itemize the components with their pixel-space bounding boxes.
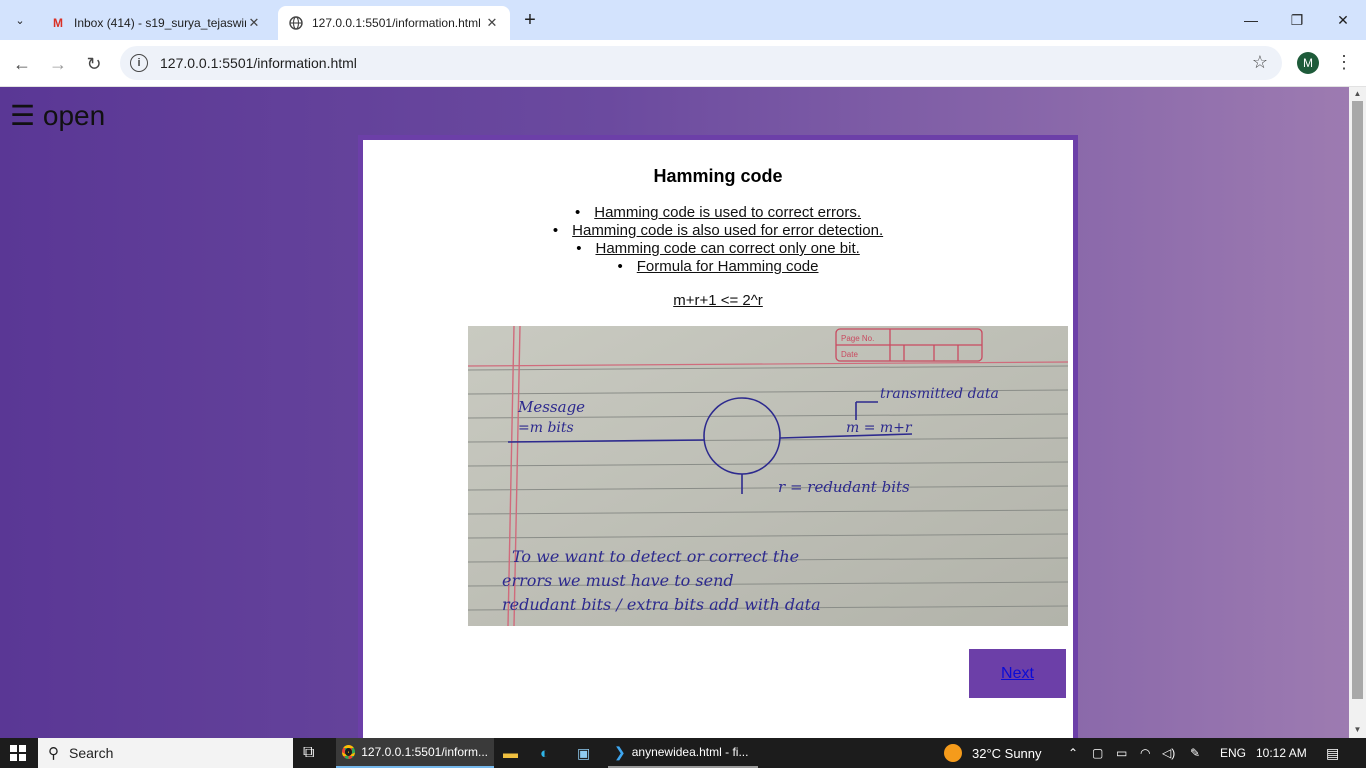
bullet-link[interactable]: Formula for Hamming code [637,258,819,276]
list-item: • Hamming code can correct only one bit. [576,240,860,258]
list-item: • Formula for Hamming code [617,258,819,276]
note-line: r = redudant bits [778,478,910,496]
note-line: Message [517,398,585,416]
taskbar-app-chrome[interactable]: 127.0.0.1:5501/inform... [336,738,494,768]
back-icon[interactable]: ← [8,50,36,78]
battery-icon[interactable]: ▭ [1116,738,1127,768]
notebook-page-no-label: Page No. [841,334,874,343]
note-line: m = m+r [846,420,913,436]
reload-icon[interactable]: ↻ [80,50,108,78]
weather-widget[interactable]: 32°C Sunny [944,738,1042,768]
pen-icon[interactable]: ✎ [1190,738,1200,768]
gmail-icon: M [53,16,63,30]
bookmark-star-icon[interactable]: ☆ [1252,52,1268,73]
search-label: Search [69,745,114,761]
open-menu-button[interactable]: ☰ open [10,99,105,132]
windows-start-icon[interactable] [10,738,26,768]
notebook-date-label: Date [841,350,858,359]
bullet-list: • Hamming code is used to correct errors.… [363,204,1073,276]
wifi-icon[interactable]: ◠ [1140,738,1150,768]
restore-icon[interactable]: ❐ [1274,0,1320,40]
scroll-down-arrow-icon[interactable]: ▼ [1352,725,1363,735]
tab-title: 127.0.0.1:5501/information.html [312,16,481,30]
scroll-thumb[interactable] [1352,101,1363,699]
note-line: To we want to detect or correct the [512,547,799,566]
content-card: Hamming code • Hamming code is used to co… [358,135,1078,738]
store-icon[interactable]: ▣ [577,738,590,768]
minimize-icon[interactable]: — [1228,0,1274,40]
sun-icon [944,744,962,762]
formula-text: m+r+1 <= 2^r [673,292,763,309]
page-scrollbar[interactable]: ▲ ▼ [1349,87,1366,738]
close-window-icon[interactable]: ✕ [1320,0,1366,40]
language-indicator[interactable]: ENG [1220,738,1246,768]
taskbar-app-label: anynewidea.html - fi... [631,745,749,759]
meet-now-icon[interactable]: ▢ [1092,738,1103,768]
taskbar-app-label: 127.0.0.1:5501/inform... [361,745,488,759]
note-line: errors we must have to send [502,571,734,590]
note-line: redudant bits / extra bits add with data [502,595,821,614]
page-title: Hamming code [653,166,783,186]
next-button[interactable]: Next [969,649,1066,698]
list-item: • Hamming code is used to correct errors. [574,204,862,222]
show-hidden-icons-chevron-icon[interactable]: ⌃ [1068,738,1078,768]
windows-taskbar: ⚲ Search ⧉ 127.0.0.1:5501/inform... ▬ ◐ … [0,738,1366,768]
url-input[interactable] [160,55,1060,71]
close-tab-icon[interactable]: ✕ [484,15,500,31]
globe-icon [288,15,304,31]
vscode-icon: ❯ [614,743,626,760]
new-tab-button[interactable]: + [518,9,542,33]
weather-text: 32°C Sunny [972,745,1042,761]
handwritten-notes-image: Page No. Date Message =m bits transmitte… [468,326,1068,626]
bullet-link[interactable]: Hamming code is used to correct errors. [594,204,861,222]
scroll-up-arrow-icon[interactable]: ▲ [1352,89,1363,99]
note-line: =m bits [518,420,574,436]
bullet-link[interactable]: Hamming code can correct only one bit. [595,240,859,258]
tab-gmail[interactable]: M Inbox (414) - s19_surya_tejaswini ✕ [40,6,272,40]
tab-search-chevron-icon[interactable]: ⌄ [8,8,32,32]
menu-dots-icon[interactable]: ⋮ [1334,50,1354,76]
tab-strip: ⌄ M Inbox (414) - s19_surya_tejaswini ✕ … [0,0,1366,40]
forward-icon[interactable]: → [44,50,72,78]
page-viewport: ☰ open Hamming code • Hamming code is use… [0,87,1349,738]
edge-icon[interactable]: ◐ [540,738,549,768]
note-line: transmitted data [880,386,999,402]
tab-information[interactable]: 127.0.0.1:5501/information.html ✕ [278,6,510,40]
taskbar-app-vscode[interactable]: ❯ anynewidea.html - fi... [608,738,758,768]
volume-icon[interactable]: ◁) [1162,738,1175,768]
taskbar-search[interactable]: ⚲ Search [38,738,293,768]
site-info-icon[interactable]: i [130,54,148,72]
tab-title: Inbox (414) - s19_surya_tejaswini [74,16,246,30]
address-bar[interactable]: i ☆ [120,46,1282,80]
notifications-icon[interactable]: ▤ [1326,738,1339,768]
task-view-icon[interactable]: ⧉ [303,738,314,768]
search-icon: ⚲ [48,745,59,762]
close-tab-icon[interactable]: ✕ [246,15,262,31]
profile-avatar[interactable]: M [1297,52,1319,74]
bullet-link[interactable]: Hamming code is also used for error dete… [572,222,883,240]
browser-toolbar: ← → ↻ i ☆ M ⋮ [0,40,1366,87]
list-item: • Hamming code is also used for error det… [552,222,884,240]
clock[interactable]: 10:12 AM [1256,738,1307,768]
file-explorer-icon[interactable]: ▬ [503,738,518,768]
chrome-icon [342,745,356,759]
